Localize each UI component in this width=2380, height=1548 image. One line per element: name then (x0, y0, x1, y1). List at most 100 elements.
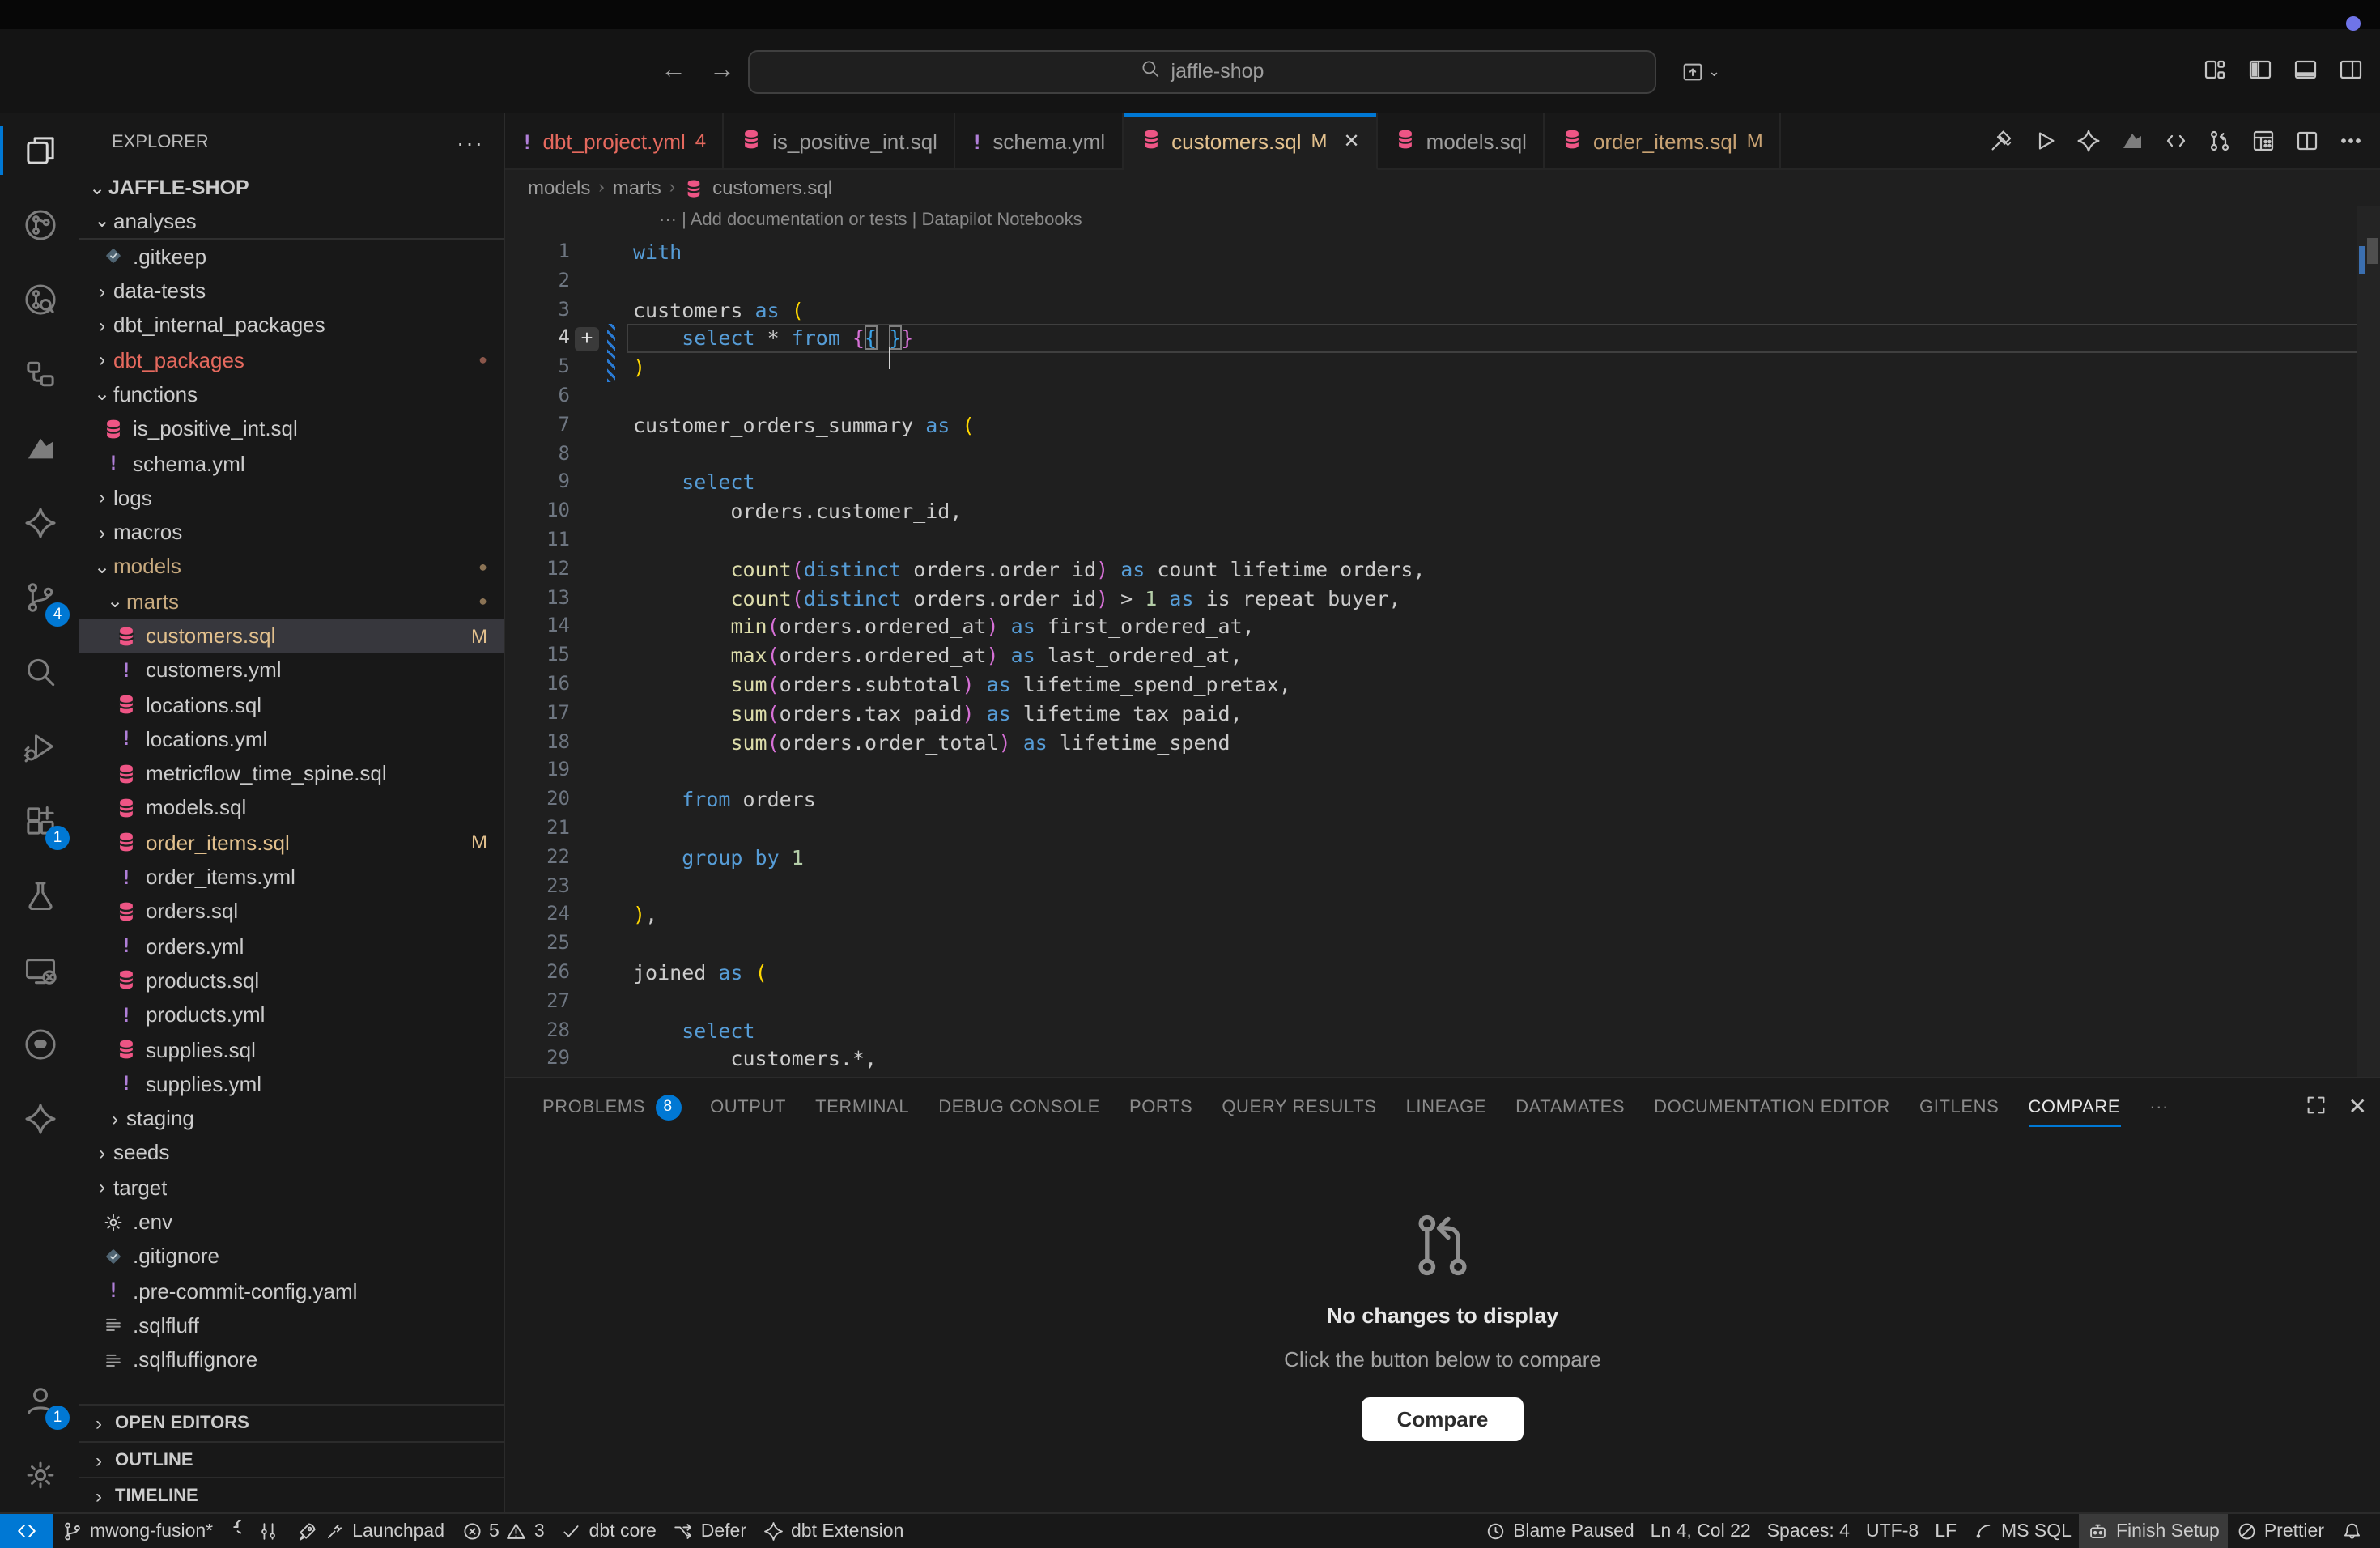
run-query-button[interactable] (2032, 128, 2058, 154)
tree-item-customers.sql[interactable]: customers.sqlM (79, 619, 504, 653)
section-outline[interactable]: ›OUTLINE (79, 1441, 504, 1477)
query-results-button[interactable] (2250, 128, 2276, 154)
tree-item-orders.sql[interactable]: orders.sql (79, 894, 504, 929)
tree-item-.sqlfluff[interactable]: .sqlfluff (79, 1308, 504, 1343)
status-item-prettier[interactable]: Prettier (2228, 1514, 2332, 1548)
panel-more-tabs-button[interactable]: ··· (2135, 1078, 2183, 1135)
panel-tab-terminal[interactable]: TERMINAL (801, 1078, 924, 1135)
toggle-primary-sidebar-button[interactable] (2247, 56, 2273, 87)
activity-item-dbt-query-history[interactable] (0, 262, 79, 337)
activity-item-dbt-flow[interactable] (0, 337, 79, 411)
status-item-dbt-extension[interactable]: dbt Extension (754, 1514, 912, 1548)
nav-forward-button[interactable]: → (709, 57, 735, 86)
compile-code-button[interactable] (2163, 128, 2189, 154)
panel-tab-datamates[interactable]: DATAMATES (1501, 1078, 1639, 1135)
datapilot-button[interactable] (2119, 128, 2145, 154)
tree-item-products.yml[interactable]: !products.yml (79, 997, 504, 1032)
git-compare-button[interactable] (2207, 128, 2233, 154)
explorer-more-actions-button[interactable]: ··· (457, 129, 484, 155)
panel-tab-output[interactable]: OUTPUT (695, 1078, 801, 1135)
tree-item-supplies.yml[interactable]: !supplies.yml (79, 1066, 504, 1101)
tree-item-.gitignore[interactable]: .gitignore (79, 1239, 504, 1274)
tree-item-is-positive-int.sql[interactable]: is_positive_int.sql (79, 411, 504, 446)
tree-item-customers.yml[interactable]: !customers.yml (79, 653, 504, 687)
code-editor[interactable]: ··· | Add documentation or tests | Datap… (505, 206, 2380, 1077)
more-actions-button[interactable] (2338, 128, 2364, 154)
panel-tab-problems[interactable]: PROBLEMS8 (528, 1078, 695, 1135)
tree-item-models.sql[interactable]: models.sql (79, 791, 504, 826)
tree-item-target[interactable]: ›target (79, 1170, 504, 1205)
open-remote-window-button[interactable]: ⌄ (1681, 59, 1720, 83)
tree-item-supplies.sql[interactable]: supplies.sql (79, 1032, 504, 1067)
tree-item-schema.yml[interactable]: !schema.yml (79, 446, 504, 481)
breadcrumb-item-models[interactable]: models (528, 176, 590, 199)
status-item-eol[interactable]: LF (1927, 1514, 1965, 1548)
tree-item-orders.yml[interactable]: !orders.yml (79, 929, 504, 963)
tab-models.sql[interactable]: models.sql (1378, 113, 1545, 168)
panel-tab-lineage[interactable]: LINEAGE (1392, 1078, 1502, 1135)
section-timeline[interactable]: ›TIMELINE (79, 1477, 504, 1512)
panel-tab-compare[interactable]: COMPARE (2013, 1078, 2135, 1135)
tree-item-staging[interactable]: ›staging (79, 1101, 504, 1136)
tree-item-locations.yml[interactable]: !locations.yml (79, 722, 504, 757)
tree-item-locations.sql[interactable]: locations.sql (79, 687, 504, 722)
activity-item-testing[interactable] (0, 858, 79, 933)
activity-item-run-debug[interactable] (0, 709, 79, 784)
activity-item-source-control[interactable]: 4 (0, 560, 79, 635)
activity-item-datapilot[interactable] (0, 411, 79, 486)
toggle-panel-button[interactable] (2293, 56, 2318, 87)
tree-item-.env[interactable]: .env (79, 1205, 504, 1240)
activity-item-dbt-power-user[interactable] (0, 486, 79, 560)
activity-item-github[interactable] (0, 1007, 79, 1082)
tree-item-.pre-commit-config.yaml[interactable]: !.pre-commit-config.yaml (79, 1274, 504, 1308)
maximize-panel-button[interactable] (2305, 1092, 2329, 1121)
tree-item-metricflow-time-spine.sql[interactable]: metricflow_time_spine.sql (79, 756, 504, 791)
remote-indicator[interactable] (0, 1514, 53, 1548)
tree-item-order-items.yml[interactable]: !order_items.yml (79, 860, 504, 895)
tree-item-logs[interactable]: ›logs (79, 480, 504, 515)
activity-item-dbt-lineage[interactable] (0, 188, 79, 262)
status-item-defer[interactable]: Defer (665, 1514, 754, 1548)
tab-dbt-project.yml[interactable]: !dbt_project.yml4 (505, 113, 724, 168)
tree-item-seeds[interactable]: ›seeds (79, 1136, 504, 1171)
panel-tab-debug-console[interactable]: DEBUG CONSOLE (924, 1078, 1115, 1135)
tab-order-items.sql[interactable]: order_items.sqlM (1545, 113, 1781, 168)
panel-tab-ports[interactable]: PORTS (1115, 1078, 1207, 1135)
tree-item-marts[interactable]: ⌄marts● (79, 584, 504, 619)
activity-item-accounts[interactable]: 1 (0, 1363, 79, 1438)
toggle-secondary-sidebar-button[interactable] (2338, 56, 2364, 87)
command-center-search[interactable]: jaffle-shop (748, 49, 1656, 93)
tree-item-dbt-packages[interactable]: ›dbt_packages● (79, 342, 504, 377)
scrollbar-thumb[interactable] (2367, 238, 2378, 264)
tree-item-analyses[interactable]: ⌄analyses (79, 205, 504, 240)
tree-item-order-items.sql[interactable]: order_items.sqlM (79, 825, 504, 860)
customize-layout-button[interactable] (2202, 56, 2228, 87)
codelens-actions[interactable]: ··· | Add documentation or tests | Datap… (659, 211, 1082, 230)
compare-button[interactable]: Compare (1362, 1397, 1524, 1440)
panel-tab-query-results[interactable]: QUERY RESULTS (1207, 1078, 1391, 1135)
split-editor-button[interactable] (2294, 128, 2320, 154)
activity-item-explorer[interactable] (0, 113, 79, 188)
panel-tab-documentation-editor[interactable]: DOCUMENTATION EDITOR (1639, 1078, 1905, 1135)
tree-item-products.sql[interactable]: products.sql (79, 963, 504, 998)
section-open-editors[interactable]: ›OPEN EDITORS (79, 1406, 504, 1441)
close-panel-button[interactable]: ✕ (2348, 1093, 2367, 1121)
status-item-cursor-position[interactable]: Ln 4, Col 22 (1643, 1514, 1759, 1548)
activity-item-search[interactable] (0, 635, 79, 709)
tree-item-.gitkeep[interactable]: .gitkeep (79, 239, 504, 274)
tab-is-positive-int.sql[interactable]: is_positive_int.sql (724, 113, 955, 168)
activity-item-dbt-extension[interactable] (0, 1082, 79, 1156)
tree-item-models[interactable]: ⌄models● (79, 550, 504, 585)
tab-customers.sql[interactable]: customers.sqlM✕ (1123, 113, 1378, 170)
activity-item-remote-explorer[interactable] (0, 933, 79, 1007)
status-item-notifications[interactable] (2332, 1514, 2370, 1548)
breadcrumb-item-marts[interactable]: marts (613, 176, 661, 199)
editor-scrollbar[interactable] (2357, 206, 2380, 1077)
status-item-pipeline[interactable] (249, 1514, 287, 1548)
close-icon[interactable]: ✕ (1344, 130, 1360, 152)
tree-item-jaffle-shop[interactable]: ⌄JAFFLE-SHOP (79, 170, 504, 205)
status-item-indentation[interactable]: Spaces: 4 (1759, 1514, 1858, 1548)
status-item-dbt-core[interactable]: dbt core (553, 1514, 665, 1548)
dbt-power-user-button[interactable] (2076, 128, 2102, 154)
status-item-problems[interactable]: 53 (453, 1514, 553, 1548)
